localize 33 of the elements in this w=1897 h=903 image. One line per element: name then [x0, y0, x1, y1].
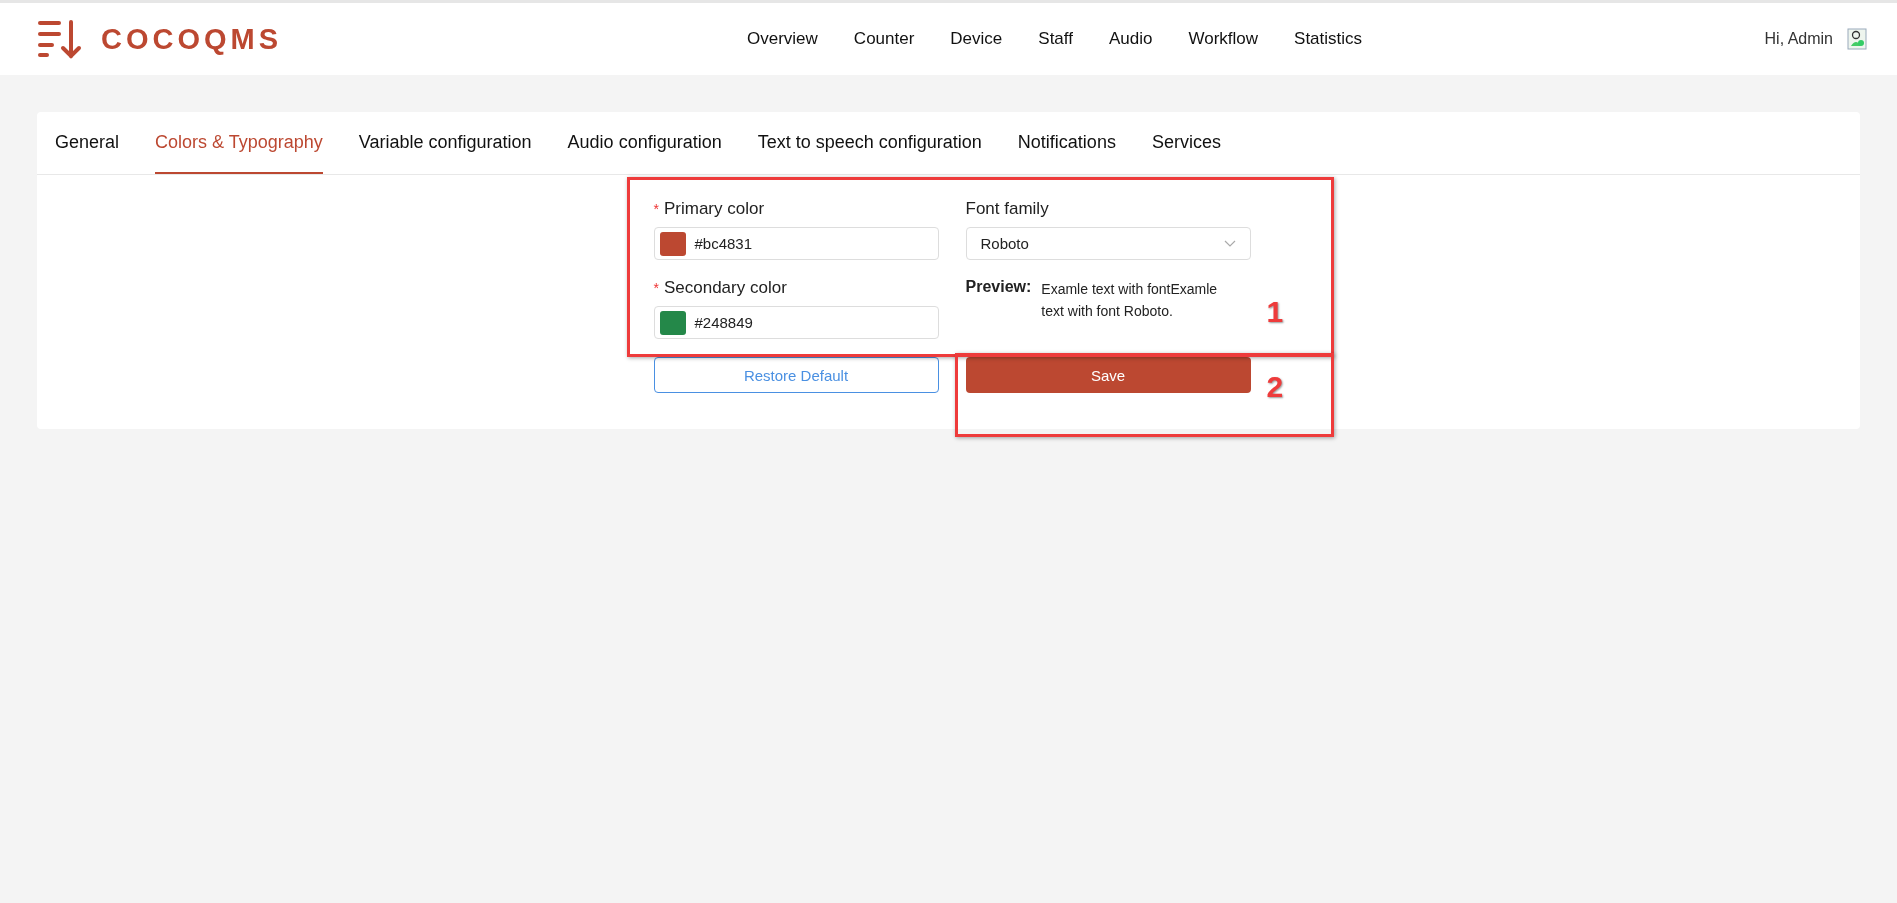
user-avatar-icon[interactable] — [1847, 28, 1867, 50]
settings-tab[interactable]: Variable configuration — [358, 112, 532, 174]
field-label: Font family — [965, 199, 1049, 219]
nav-link[interactable]: Overview — [747, 29, 818, 49]
settings-tab[interactable]: Notifications — [1017, 112, 1116, 174]
save-button[interactable]: Save — [965, 357, 1251, 393]
nav-link[interactable]: Counter — [853, 29, 915, 49]
settings-tab[interactable]: Text to speech configuration — [757, 112, 982, 174]
settings-tab[interactable]: Colors & Typography — [155, 112, 323, 174]
nav-link[interactable]: Workflow — [1188, 29, 1259, 49]
preview-label: Preview: — [965, 278, 1032, 297]
settings-tab[interactable]: Services — [1151, 112, 1221, 174]
field-label: Primary color — [663, 199, 765, 219]
logo-text: COCOQMS — [101, 22, 283, 56]
user-greeting: Hi, Admin — [1764, 30, 1833, 48]
chevron-down-icon — [1223, 240, 1236, 247]
nav-link[interactable]: Audio — [1108, 29, 1153, 49]
color-swatch[interactable] — [659, 231, 686, 256]
annotation-number: 2 — [1266, 370, 1284, 404]
color-input[interactable]: #248849 — [653, 306, 939, 339]
nav-link[interactable]: Staff — [1038, 29, 1073, 49]
required-mark: * — [653, 280, 659, 296]
color-swatch[interactable] — [659, 310, 686, 335]
annotation-number: 1 — [1266, 295, 1284, 329]
settings-tab[interactable]: Audio configuration — [567, 112, 722, 174]
field-label: Secondary color — [663, 278, 787, 298]
color-input[interactable]: #bc4831 — [653, 227, 939, 260]
nav-link[interactable]: Statistics — [1294, 29, 1363, 49]
settings-tab[interactable]: General — [55, 112, 120, 174]
preview-text: Examle text with fontExamle text with font Roboto. — [1041, 280, 1219, 321]
required-mark: * — [653, 201, 659, 217]
nav-link[interactable]: Device — [950, 29, 1003, 49]
font-select[interactable]: Roboto — [965, 227, 1251, 260]
